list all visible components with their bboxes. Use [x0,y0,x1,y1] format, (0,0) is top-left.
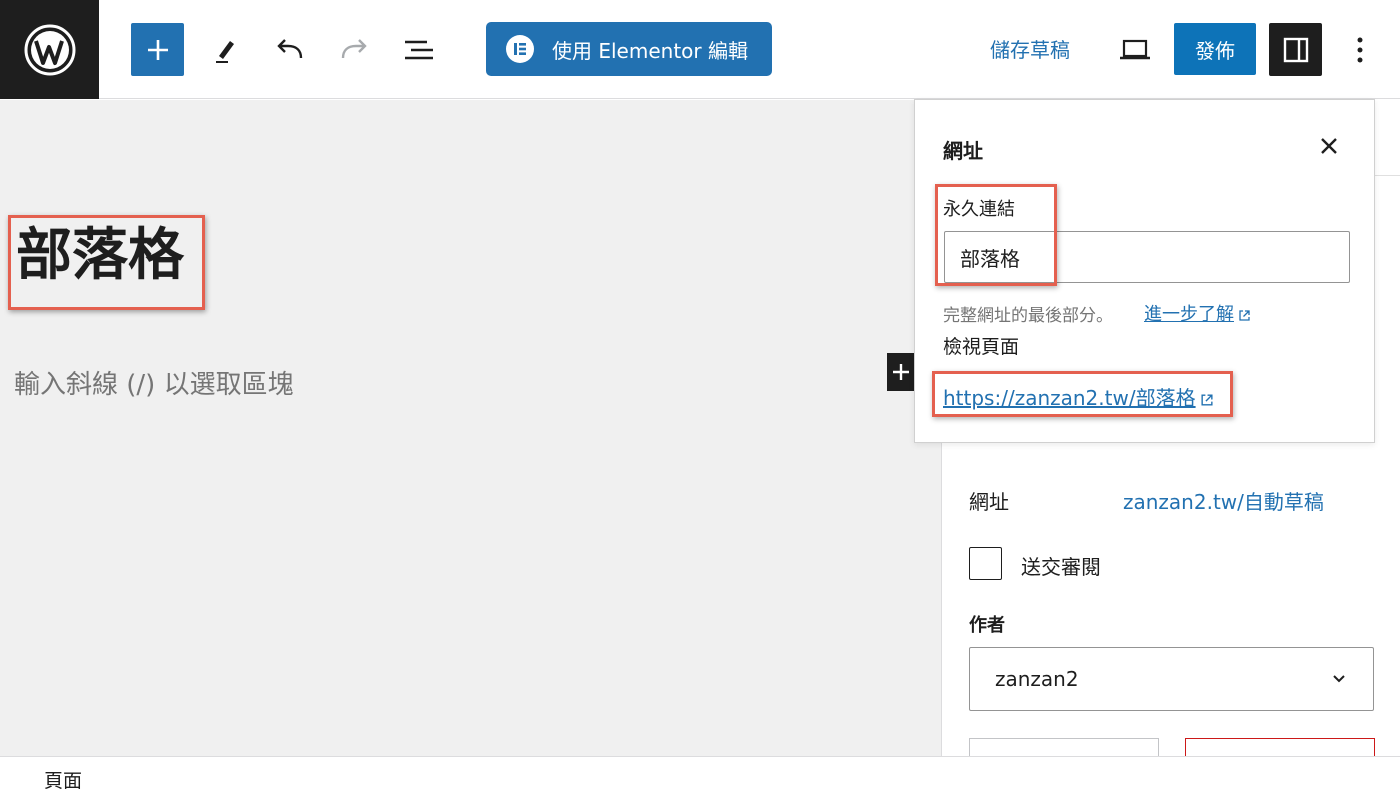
redo-icon [341,38,367,58]
elementor-button-label: 使用 Elementor 編輯 [552,38,748,63]
undo-button[interactable] [262,23,315,76]
redo-button[interactable] [328,23,381,76]
add-block-button[interactable] [131,23,184,76]
publish-button[interactable]: 發佈 [1174,23,1256,75]
plus-icon [893,364,909,380]
popover-title: 網址 [943,139,983,163]
settings-sidebar-button[interactable] [1269,23,1322,76]
block-inserter-button[interactable] [887,353,915,391]
list-view-icon [404,40,433,59]
author-value: zanzan2 [995,667,1079,691]
wordpress-logo-icon[interactable] [0,0,99,99]
editor-canvas: 部落格 輸入斜線 (/) 以選取區塊 [0,100,941,756]
sidebar-url-link[interactable]: zanzan2.tw/自動草稿 [1123,486,1324,515]
document-overview-button[interactable] [392,23,445,76]
vertical-ellipsis-icon [1357,37,1363,62]
laptop-icon [1120,39,1150,59]
close-button[interactable] [1315,132,1343,160]
plus-icon [147,39,168,60]
chevron-down-icon [1333,675,1345,683]
tools-button[interactable] [198,23,251,76]
view-page-label: 檢視頁面 [943,336,1020,358]
author-label: 作者 [969,615,1005,636]
save-draft-button[interactable]: 儲存草稿 [990,34,1070,63]
block-placeholder[interactable]: 輸入斜線 (/) 以選取區塊 [14,364,294,401]
permalink-highlight-box [935,184,1057,286]
author-select[interactable]: zanzan2 [969,647,1374,711]
breadcrumb[interactable]: 頁面 [44,766,82,793]
sidebar-url-label: 網址 [969,490,1009,514]
external-link-icon [1239,309,1250,321]
learn-more-label: 進一步了解 [1144,304,1234,325]
editor-toolbar: 使用 Elementor 編輯 儲存草稿 發佈 [0,0,1400,99]
preview-device-button[interactable] [1110,23,1160,76]
view-link-highlight-box [932,371,1233,417]
editor-footer: 頁面 [0,756,1400,796]
sidebar-toggle-icon [1283,37,1308,62]
permalink-help-text: 完整網址的最後部分。 [943,306,1113,326]
more-options-button[interactable] [1336,23,1384,76]
pending-review-label: 送交審閱 [1021,555,1101,579]
close-icon [1321,138,1337,154]
elementor-icon [506,35,534,63]
pencil-icon [215,40,234,63]
undo-icon [276,38,302,58]
edit-with-elementor-button[interactable]: 使用 Elementor 編輯 [486,22,772,76]
title-highlight-box [8,215,205,310]
pending-review-checkbox[interactable] [969,547,1002,580]
learn-more-link[interactable]: 進一步了解 [1144,300,1251,326]
